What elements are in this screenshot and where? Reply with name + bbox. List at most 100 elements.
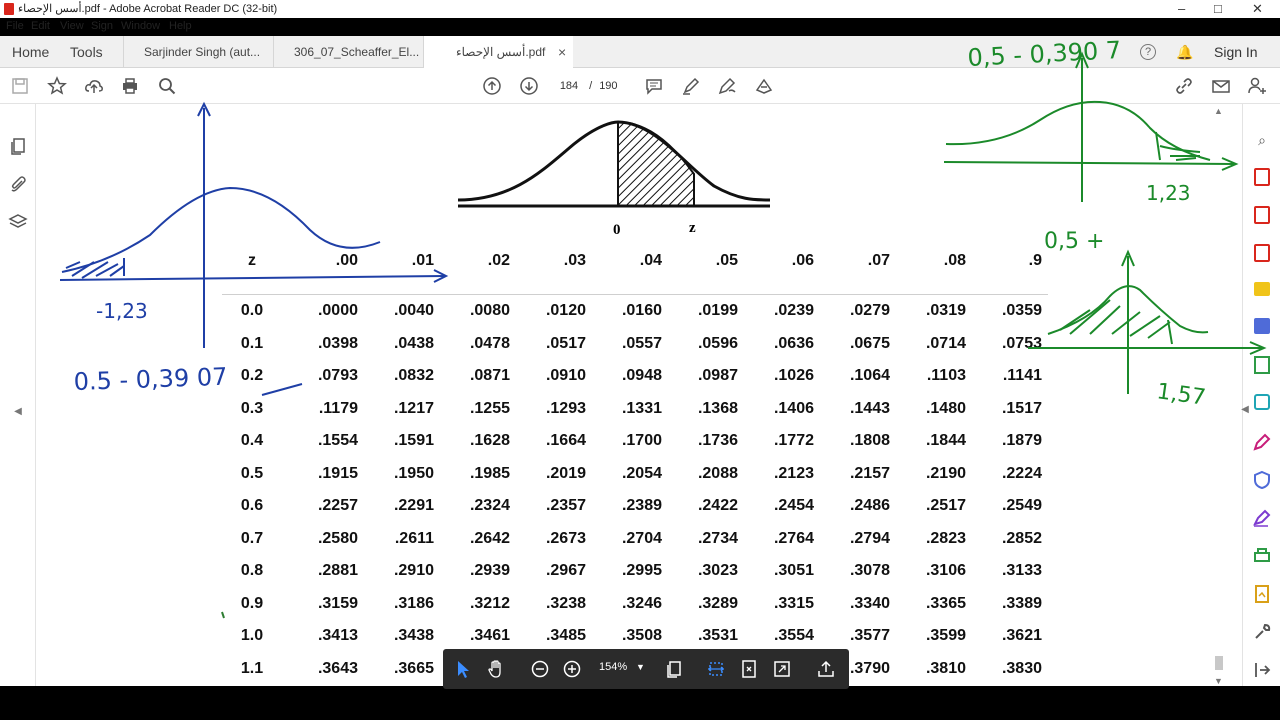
previous-page-icon[interactable]	[482, 76, 502, 96]
fit-page-icon[interactable]	[739, 659, 759, 679]
menu-help[interactable]: Help	[169, 20, 192, 32]
z-table-cell: .3389	[1001, 594, 1042, 612]
full-screen-icon[interactable]	[772, 659, 792, 679]
menu-edit[interactable]: Edit	[31, 20, 50, 32]
z-table-cell: .0199	[697, 302, 738, 319]
z-table-row-label: 0.6	[240, 497, 264, 514]
edit-pdf-icon[interactable]	[1252, 432, 1272, 452]
maximize-button[interactable]: □	[1214, 1, 1222, 16]
menu-window[interactable]: Window	[121, 20, 160, 32]
z-table-cell: .0080	[469, 302, 510, 319]
zoom-level-select[interactable]: 154%	[599, 661, 627, 673]
print-icon[interactable]	[120, 76, 140, 96]
menu-sign[interactable]: Sign	[91, 20, 113, 32]
next-page-icon[interactable]	[519, 76, 539, 96]
export-pdf-icon[interactable]	[1254, 168, 1270, 186]
fit-width-icon[interactable]	[706, 659, 726, 679]
tab-document-2[interactable]: 306_07_Scheaffer_El...	[273, 36, 423, 68]
expand-panel-icon[interactable]	[1252, 660, 1272, 680]
star-icon[interactable]	[47, 76, 67, 96]
zoom-out-icon[interactable]	[530, 659, 550, 679]
z-table-cell: .0832	[393, 367, 434, 384]
fill-sign-tool-icon[interactable]	[1252, 508, 1272, 528]
z-table-cell: .2088	[697, 464, 738, 482]
vertical-scrollbar[interactable]: ▲ ▼	[1212, 106, 1226, 686]
menu-view[interactable]: View	[60, 20, 84, 32]
tab-document-1[interactable]: Sarjinder Singh (aut...	[123, 36, 273, 68]
highlight-pen-icon[interactable]	[681, 76, 701, 96]
help-icon[interactable]: ?	[1140, 44, 1156, 60]
page-total: 190	[599, 80, 618, 92]
email-icon[interactable]	[1211, 76, 1231, 96]
collapse-right-panel-icon[interactable]: ◀	[1235, 400, 1255, 420]
share-upload-icon[interactable]	[816, 659, 836, 679]
draw-icon[interactable]	[717, 76, 737, 96]
z-table-cell: .2291	[393, 497, 434, 514]
attachments-icon[interactable]	[8, 174, 28, 194]
z-table-row-label: 0.5	[240, 464, 264, 482]
z-table-cell: .1103	[926, 367, 966, 384]
z-table-cell: .2486	[849, 497, 890, 514]
request-signature-icon[interactable]	[1252, 584, 1272, 604]
tab-document-1-label: Sarjinder Singh (aut...	[144, 45, 261, 59]
page-number-input[interactable]: 184	[552, 74, 586, 98]
close-tab-icon[interactable]: ×	[558, 36, 566, 68]
z-table-cell: .1950	[393, 464, 434, 482]
hand-tool-icon[interactable]	[486, 659, 506, 679]
select-cursor-icon[interactable]	[453, 659, 473, 679]
combine-files-icon[interactable]	[1254, 244, 1270, 262]
z-table-cell: .1368	[697, 399, 738, 417]
z-table-cell: .2549	[1001, 497, 1042, 514]
chevron-down-icon[interactable]: ▼	[636, 662, 645, 672]
z-table-cell: .3531	[697, 627, 738, 644]
z-table-cell: .1406	[773, 399, 814, 417]
z-table-cell: .0000	[317, 302, 358, 319]
window-title: أسس الإحصاء.pdf - Adobe Acrobat Reader D…	[18, 3, 278, 15]
main-toolbar: 184 / 190	[0, 68, 1280, 104]
comment-icon[interactable]	[644, 76, 664, 96]
pdf-file-icon	[4, 3, 14, 15]
z-table-row: 1.0 .3413 .3438 .3461 .3485 .3508 .3531 .3554 .3…	[222, 627, 1048, 651]
search-icon[interactable]	[157, 76, 177, 96]
z-table-row-label: 0.2	[240, 367, 264, 384]
save-icon[interactable]	[10, 76, 30, 96]
z-table-cell: .2019	[545, 464, 586, 482]
sign-in-button[interactable]: Sign In	[1214, 36, 1258, 68]
z-table-cell: .0359	[1001, 302, 1042, 319]
bell-icon[interactable]: 🔔	[1176, 36, 1193, 68]
scroll-up-icon[interactable]: ▲	[1214, 106, 1223, 116]
scroll-thumb[interactable]	[1215, 656, 1223, 670]
z-table-cell: .3340	[849, 594, 890, 612]
page-display-icon[interactable]	[664, 659, 684, 679]
link-icon[interactable]	[1174, 76, 1194, 96]
tab-tools[interactable]: Tools	[70, 36, 103, 68]
tab-home[interactable]: Home	[12, 36, 49, 68]
print-production-icon[interactable]	[1252, 546, 1272, 566]
scan-ocr-icon[interactable]	[1254, 394, 1270, 410]
add-user-icon[interactable]	[1247, 76, 1267, 96]
menu-file[interactable]: File	[6, 20, 24, 32]
z-table-cell: .2673	[545, 529, 586, 547]
cloud-upload-icon[interactable]	[84, 76, 104, 96]
fill-sign-icon[interactable]	[754, 76, 774, 96]
organize-pages-icon[interactable]	[1254, 318, 1270, 334]
z-table-cell: .3246	[621, 594, 662, 612]
close-window-button[interactable]: ✕	[1252, 1, 1263, 17]
more-tools-icon[interactable]	[1252, 622, 1272, 642]
z-table-cell: .0517	[545, 334, 586, 352]
page-thumbnails-icon[interactable]	[8, 136, 28, 156]
create-pdf-icon[interactable]	[1254, 206, 1270, 224]
protect-icon[interactable]	[1252, 470, 1272, 490]
comment-tool-icon[interactable]	[1254, 282, 1270, 296]
z-table-cell: .0987	[697, 367, 738, 384]
collapse-left-panel-icon[interactable]: ◀	[8, 402, 28, 422]
zoom-search-icon[interactable]: ⌕	[1252, 130, 1272, 150]
minimize-button[interactable]: –	[1178, 1, 1185, 16]
zoom-in-icon[interactable]	[562, 659, 582, 679]
z-table-column-header: .05	[715, 252, 738, 269]
scroll-down-icon[interactable]: ▼	[1214, 676, 1223, 686]
compress-icon[interactable]	[1254, 356, 1270, 374]
layers-icon[interactable]	[8, 212, 28, 232]
z-table-row-label: 0.1	[240, 334, 264, 352]
tab-document-3[interactable]: أسس الإحصاء.pdf ×	[423, 36, 573, 69]
